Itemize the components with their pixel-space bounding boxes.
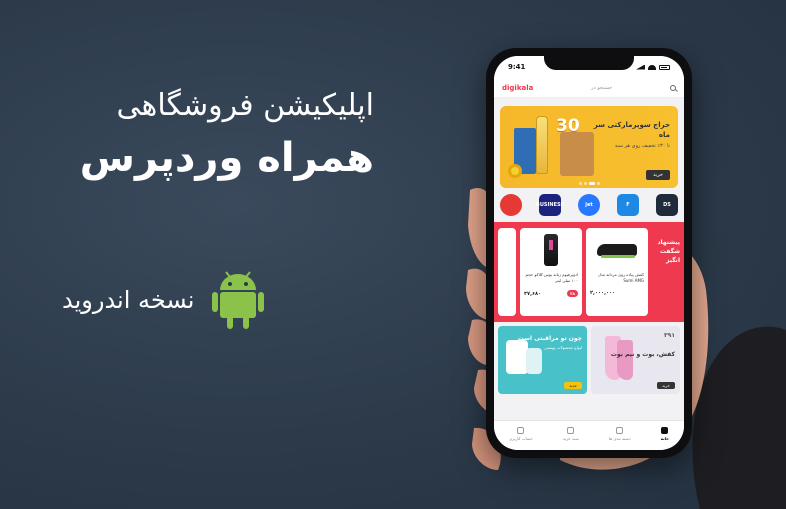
nav-cart[interactable]: سبد خرید: [562, 426, 579, 441]
android-version-label: نسخه اندروید: [62, 286, 195, 314]
promo-card-shoes[interactable]: ۳۹۱ کفش، بوت و نیم بوت خرید: [591, 326, 680, 394]
categories-icon: [616, 426, 624, 434]
promo-skincare-button[interactable]: جدید: [564, 382, 582, 389]
product-price: ۲,۰۰۰,۰۰۰: [590, 290, 616, 296]
product-card[interactable]: ادوپرفیوم زنانه بوس کلاکو حجم ۱۰۰ میلی ل…: [520, 228, 582, 316]
banner-shopping-bag: [560, 132, 594, 176]
nav-home[interactable]: خانه: [660, 426, 669, 441]
brand-icons-row: BUSINESS jet F DS: [494, 194, 684, 216]
brand-business-icon[interactable]: BUSINESS: [536, 194, 564, 216]
search-icon[interactable]: [670, 84, 676, 91]
nav-cart-label: سبد خرید: [562, 435, 579, 441]
banner-subtitle: تا ۳۰٪ تخفیف روی هر سبد: [614, 143, 670, 149]
discount-badge: ۳۸: [567, 290, 578, 297]
android-version-row: نسخه اندروید: [62, 268, 352, 332]
promo-shoes-title: کفش، بوت و نیم بوت: [610, 351, 675, 358]
banner-sunflower: [508, 164, 522, 178]
shoe-image: [597, 244, 637, 258]
battery-icon: [659, 64, 670, 70]
brand-ds-icon[interactable]: DS: [656, 194, 678, 216]
status-time: 9:41: [508, 63, 526, 71]
promo-shoes-button[interactable]: خرید: [657, 382, 675, 389]
banner-title: حراج سوپرمارکتی سر ماه: [593, 121, 670, 139]
phone-screen: 9:41 digikala جستجو در 30 حراج سوپرمارکت…: [494, 56, 684, 450]
product-price: ۳۷,۶۸۰: [524, 290, 542, 297]
amazing-offers-section: پیشنهاد شگفت انگیز کفش پیاده روی مردانه …: [494, 222, 684, 322]
nav-home-label: خانه: [660, 435, 669, 441]
product-card[interactable]: کفش پیاده روی مردانه مدل Sumi AMG ۲,۰۰۰,…: [586, 228, 648, 316]
brand-jet-icon[interactable]: jet: [578, 194, 600, 216]
search-placeholder: جستجو در: [591, 84, 613, 91]
nav-categories-label: دسته بندی ها: [608, 435, 631, 441]
headline: اپلیکیشن فروشگاهی همراه وردپرس: [80, 86, 374, 190]
phone-frame: 9:41 digikala جستجو در 30 حراج سوپرمارکت…: [486, 48, 692, 458]
bottom-navigation: حساب کاربری سبد خرید دسته بندی ها خانه: [494, 420, 684, 450]
nav-categories[interactable]: دسته بندی ها: [608, 426, 631, 441]
status-icons: [636, 64, 670, 70]
banner-buy-button[interactable]: خرید: [646, 170, 670, 180]
perfume-image: [544, 234, 558, 266]
promo-card-skincare[interactable]: چون تو مراقبتی است انواع محصولات پوستی ج…: [498, 326, 587, 394]
promo-banner[interactable]: 30 حراج سوپرمارکتی سر ماه تا ۳۰٪ تخفیف ر…: [500, 106, 678, 188]
promo-shoes-number: ۳۹۱: [664, 332, 675, 339]
product-name: ادوپرفیوم زنانه بوس کلاکو حجم ۱۰۰ میلی ل…: [525, 272, 578, 283]
brand-f-icon[interactable]: F: [617, 194, 639, 216]
promo-row: چون تو مراقبتی است انواع محصولات پوستی ج…: [494, 322, 684, 394]
signal-icon: [636, 64, 645, 70]
banner-oil-bottle: [536, 116, 548, 174]
headline-line2: همراه وردپرس: [79, 135, 374, 181]
nav-account-label: حساب کاربری: [509, 435, 533, 441]
wifi-icon: [648, 64, 656, 70]
product-name: کفش پیاده روی مردانه مدل Sumi AMG: [597, 272, 644, 283]
brand-logo: digikala: [502, 83, 534, 92]
android-icon: [212, 271, 265, 329]
phone-notch: [544, 56, 634, 70]
home-icon: [661, 426, 669, 434]
amazing-title: پیشنهاد شگفت انگیز: [657, 239, 680, 264]
product-card-partial[interactable]: [498, 228, 516, 316]
brand-red-icon[interactable]: [500, 194, 522, 216]
search-bar[interactable]: digikala جستجو در: [494, 78, 684, 98]
user-icon: [517, 426, 525, 434]
banner-pagination: [500, 182, 678, 185]
boot-image-2: [617, 340, 633, 380]
promo-skincare-subtitle: انواع محصولات پوستی: [544, 345, 582, 350]
promo-skincare-title: چون تو مراقبتی است: [517, 335, 582, 342]
headline-line1: اپلیکیشن فروشگاهی: [116, 88, 374, 123]
banner-number: 30: [556, 116, 580, 136]
nav-account[interactable]: حساب کاربری: [509, 426, 533, 441]
cart-icon: [567, 426, 575, 434]
